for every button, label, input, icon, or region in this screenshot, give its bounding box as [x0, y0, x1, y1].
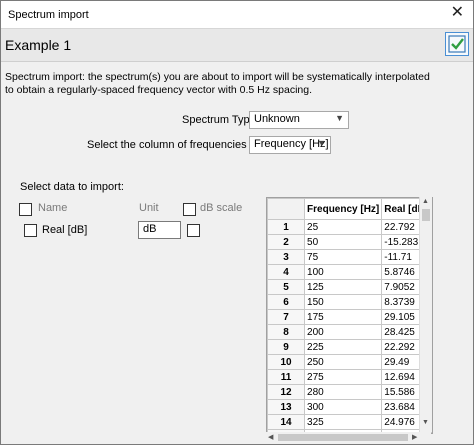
chevron-down-icon: ▼: [335, 113, 344, 123]
row-number-cell[interactable]: 2: [267, 234, 306, 250]
frequency-cell[interactable]: 75: [304, 249, 383, 265]
data-preview-table[interactable]: Frequency [Hz] Real [dB] 1 25 22.792 2 50 -15…: [266, 197, 433, 434]
frequency-cell[interactable]: 275: [304, 369, 383, 385]
horizontal-scroll-thumb[interactable]: [278, 434, 408, 441]
frequency-column-select[interactable]: Frequency [Hz] ▼: [249, 136, 331, 154]
table-row[interactable]: 13 300 23.684: [267, 399, 432, 415]
table-row[interactable]: 2 50 -15.283: [267, 234, 432, 250]
row-number-cell[interactable]: 3: [267, 249, 306, 265]
table-row[interactable]: 9 225 22.292: [267, 339, 432, 355]
row-number-cell[interactable]: 8: [267, 324, 306, 340]
confirm-button[interactable]: [445, 32, 469, 56]
table-row[interactable]: 1 25 22.792: [267, 219, 432, 235]
table-row[interactable]: 11 275 12.694: [267, 369, 432, 385]
scroll-right-icon[interactable]: ▶: [412, 433, 417, 441]
table-row[interactable]: 6 150 8.3739: [267, 294, 432, 310]
spectrum-type-label: Spectrum Type: [182, 114, 256, 126]
scroll-left-icon[interactable]: ◀: [268, 433, 273, 441]
row-number-cell[interactable]: 7: [267, 309, 306, 325]
window-title: Spectrum import: [8, 9, 89, 21]
frequency-cell[interactable]: 250: [304, 354, 383, 370]
description-line-1: Spectrum import: the spectrum(s) you are…: [5, 71, 430, 83]
frequency-cell[interactable]: 300: [304, 399, 383, 415]
description: Spectrum import: the spectrum(s) you are…: [5, 71, 465, 97]
frequency-cell[interactable]: 280: [304, 384, 383, 400]
select-all-checkbox[interactable]: [19, 203, 32, 216]
select-data-heading: Select data to import:: [20, 181, 124, 193]
frequency-cell[interactable]: 225: [304, 339, 383, 355]
frequency-cell[interactable]: 150: [304, 294, 383, 310]
checkmark-icon: [448, 35, 466, 53]
table-header-row: Frequency [Hz] Real [dB]: [267, 198, 432, 220]
frequency-cell[interactable]: 25: [304, 219, 383, 235]
table-row[interactable]: 10 250 29.49: [267, 354, 432, 370]
chevron-down-icon: ▼: [317, 138, 326, 148]
spectrum-import-dialog: Spectrum import ✕ Example 1 Spectrum imp…: [0, 0, 474, 445]
frequency-cell[interactable]: 50: [304, 234, 383, 250]
data-item-name: Real [dB]: [42, 224, 88, 236]
horizontal-scrollbar[interactable]: ◀ ▶: [266, 432, 431, 443]
vertical-scroll-thumb[interactable]: [422, 209, 430, 221]
row-number-cell[interactable]: 13: [267, 399, 306, 415]
row-number-cell[interactable]: 12: [267, 384, 306, 400]
table-row[interactable]: 7 175 29.105: [267, 309, 432, 325]
page-title: Example 1: [5, 37, 72, 53]
column-header-frequency[interactable]: Frequency [Hz]: [304, 198, 383, 220]
real-db-scale-checkbox[interactable]: [187, 224, 200, 237]
table-row[interactable]: 8 200 28.425: [267, 324, 432, 340]
dialog-header: Example 1: [1, 28, 473, 62]
frequency-column-label: Select the column of frequencies (Hz):: [87, 139, 274, 151]
frequency-cell[interactable]: 100: [304, 264, 383, 280]
row-number-cell[interactable]: 5: [267, 279, 306, 295]
db-scale-column-header: dB scale: [200, 202, 243, 214]
row-number-cell[interactable]: 10: [267, 354, 306, 370]
description-line-2: to obtain a regularly-spaced frequency v…: [5, 84, 312, 96]
close-icon[interactable]: ✕: [451, 5, 464, 21]
table-row[interactable]: 4 100 5.8746: [267, 264, 432, 280]
scroll-down-icon[interactable]: ▼: [422, 419, 429, 426]
name-column-header: Name: [38, 202, 68, 214]
unit-column-header: Unit: [139, 202, 159, 214]
table-row[interactable]: 14 325 24.976: [267, 414, 432, 430]
row-number-cell[interactable]: 1: [267, 219, 306, 235]
real-db-select-checkbox[interactable]: [24, 224, 37, 237]
vertical-scrollbar[interactable]: ▲ ▼: [419, 197, 432, 432]
row-number-cell[interactable]: 11: [267, 369, 306, 385]
unit-input-value: dB: [143, 223, 157, 235]
table-row[interactable]: 12 280 15.586: [267, 384, 432, 400]
db-scale-all-checkbox[interactable]: [183, 203, 196, 216]
frequency-cell[interactable]: 200: [304, 324, 383, 340]
unit-input[interactable]: dB: [138, 221, 181, 239]
frequency-cell[interactable]: 175: [304, 309, 383, 325]
row-number-cell[interactable]: 14: [267, 414, 306, 430]
table-corner-cell: [267, 198, 306, 220]
table-row[interactable]: 3 75 -11.71: [267, 249, 432, 265]
frequency-cell[interactable]: 325: [304, 414, 383, 430]
row-number-cell[interactable]: 4: [267, 264, 306, 280]
row-number-cell[interactable]: 9: [267, 339, 306, 355]
spectrum-type-value: Unknown: [254, 113, 300, 125]
scroll-up-icon[interactable]: ▲: [422, 198, 429, 205]
table-row[interactable]: 5 125 7.9052: [267, 279, 432, 295]
spectrum-type-select[interactable]: Unknown ▼: [249, 111, 349, 129]
preview-table: Frequency [Hz] Real [dB] 1 25 22.792 2 50 -15…: [267, 198, 432, 433]
frequency-cell[interactable]: 125: [304, 279, 383, 295]
row-number-cell[interactable]: 6: [267, 294, 306, 310]
title-bar: Spectrum import ✕: [1, 1, 473, 28]
